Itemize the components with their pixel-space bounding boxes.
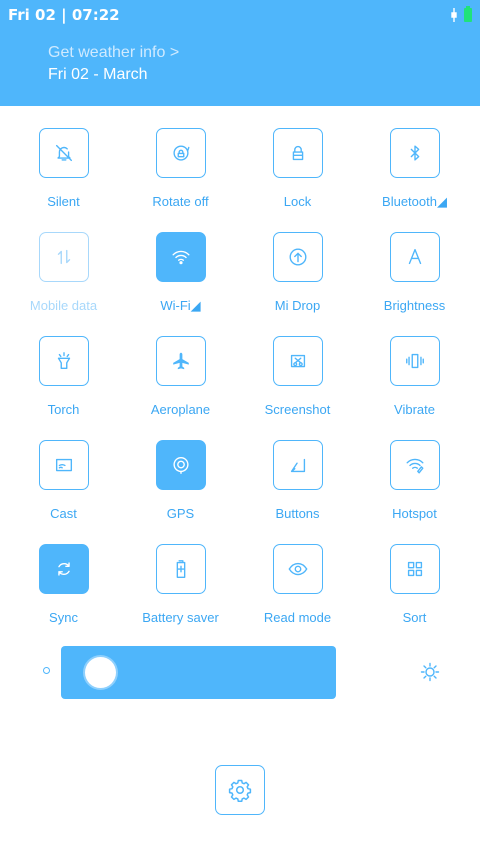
brightness-low-icon <box>43 667 50 674</box>
toggle-bluetooth-button[interactable] <box>390 128 440 178</box>
tile-label: Battery saver <box>142 610 219 625</box>
toggle-mi-drop-button[interactable] <box>273 232 323 282</box>
tile-silent[interactable]: Silent <box>5 120 122 224</box>
tile-hotspot[interactable]: Hotspot <box>356 432 473 536</box>
tile-label: Screenshot <box>264 402 331 417</box>
tile-rotate-off[interactable]: Rotate off <box>122 120 239 224</box>
tile-label: Read mode <box>263 610 332 625</box>
tile-label: Torch <box>47 402 80 417</box>
tile-label: Wi-Fi◢ <box>160 298 201 313</box>
toggle-screenshot-button[interactable] <box>273 336 323 386</box>
toggle-sync-button[interactable] <box>39 544 89 594</box>
tile-label: Bluetooth◢ <box>382 194 447 209</box>
gear-icon <box>228 779 252 802</box>
tile-cast[interactable]: Cast <box>5 432 122 536</box>
sync-icon <box>58 562 70 576</box>
tile-sort[interactable]: Sort <box>356 536 473 640</box>
toggle-buttons-button[interactable] <box>273 440 323 490</box>
tile-label: Mobile data <box>29 298 98 313</box>
scissors-icon <box>290 354 306 368</box>
tile-label: Cast <box>50 506 77 521</box>
tile-brightness[interactable]: Brightness <box>356 224 473 328</box>
tile-screenshot[interactable]: Screenshot <box>239 328 356 432</box>
toggle-gps-button[interactable] <box>156 440 206 490</box>
wifi-icon <box>172 250 190 265</box>
toggle-mobile-data-button[interactable] <box>39 232 89 282</box>
tile-label: Buttons <box>275 506 320 521</box>
tile-vibrate[interactable]: Vibrate <box>356 328 473 432</box>
tile-bluetooth[interactable]: Bluetooth◢ <box>356 120 473 224</box>
cast-icon <box>55 458 73 472</box>
brightness-slider[interactable] <box>0 646 480 700</box>
toggle-read-mode-button[interactable] <box>273 544 323 594</box>
tile-label: Silent <box>47 194 80 209</box>
tile-label: Aeroplane <box>150 402 211 417</box>
toggle-lock-button[interactable] <box>273 128 323 178</box>
weather-link[interactable]: Get weather info > <box>48 44 179 62</box>
tile-label: Hotspot <box>392 506 437 521</box>
date-text: Fri 02 - March <box>48 66 148 83</box>
toggle-wi-fi-button[interactable] <box>156 232 206 282</box>
battery-icon <box>464 6 472 22</box>
brightness-auto-icon <box>408 248 422 265</box>
vibrate-icon <box>406 353 424 369</box>
toggle-aeroplane-button[interactable] <box>156 336 206 386</box>
bluetooth-icon <box>410 145 420 161</box>
toggle-battery-saver-button[interactable] <box>156 544 206 594</box>
tile-label: Vibrate <box>394 402 435 417</box>
header: Fri 02 | 07:22 Get weather info > Fri 02… <box>0 0 480 106</box>
mobile-data-icon <box>57 249 71 265</box>
bell-off-icon <box>55 144 73 162</box>
tile-label: Sort <box>402 610 427 625</box>
tile-label: GPS <box>166 506 195 521</box>
airplane-icon <box>173 352 189 370</box>
buttons-icon <box>290 458 306 473</box>
toggle-torch-button[interactable] <box>39 336 89 386</box>
lock-icon <box>292 145 304 161</box>
status-bar: Fri 02 | 07:22 <box>8 6 472 24</box>
gps-icon <box>173 456 189 474</box>
toggle-cast-button[interactable] <box>39 440 89 490</box>
charging-icon <box>450 8 458 22</box>
tile-lock[interactable]: Lock <box>239 120 356 224</box>
tile-label: Lock <box>283 194 312 209</box>
tile-label: Rotate off <box>152 194 209 209</box>
grid-icon <box>407 561 423 577</box>
battery-saver-icon <box>176 560 186 578</box>
hotspot-icon <box>406 458 424 474</box>
toggle-rotate-off-button[interactable] <box>156 128 206 178</box>
toggle-silent-button[interactable] <box>39 128 89 178</box>
tile-label: Brightness <box>383 298 446 313</box>
torch-icon <box>57 352 71 370</box>
tile-label: Mi Drop <box>274 298 321 313</box>
settings-button[interactable] <box>215 765 265 815</box>
brightness-high-icon <box>420 662 440 682</box>
tile-read-mode[interactable]: Read mode <box>239 536 356 640</box>
tile-torch[interactable]: Torch <box>5 328 122 432</box>
toggle-brightness-button[interactable] <box>390 232 440 282</box>
rotate-lock-icon <box>173 145 190 161</box>
tile-mi-drop[interactable]: Mi Drop <box>239 224 356 328</box>
tile-wi-fi[interactable]: Wi-Fi◢ <box>122 224 239 328</box>
toggle-sort-button[interactable] <box>390 544 440 594</box>
toggle-hotspot-button[interactable] <box>390 440 440 490</box>
status-datetime: Fri 02 | 07:22 <box>8 6 120 24</box>
tile-mobile-data[interactable]: Mobile data <box>5 224 122 328</box>
tile-gps[interactable]: GPS <box>122 432 239 536</box>
tile-label: Sync <box>49 610 78 625</box>
tile-aeroplane[interactable]: Aeroplane <box>122 328 239 432</box>
eye-icon <box>288 562 308 576</box>
upload-icon <box>289 248 307 266</box>
toggle-vibrate-button[interactable] <box>390 336 440 386</box>
tile-sync[interactable]: Sync <box>5 536 122 640</box>
tile-battery-saver[interactable]: Battery saver <box>122 536 239 640</box>
tile-buttons[interactable]: Buttons <box>239 432 356 536</box>
